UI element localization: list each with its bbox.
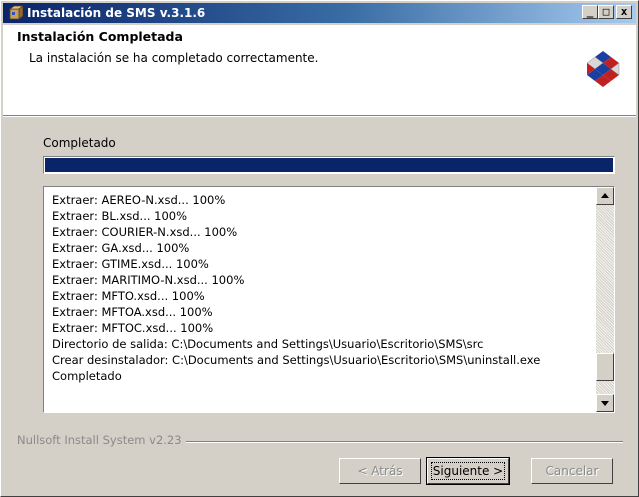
- log-line: Completado: [52, 369, 122, 383]
- log-scrollbar[interactable]: [596, 187, 614, 412]
- header-divider-highlight: [3, 116, 636, 117]
- log-line: Extraer: MARITIMO-N.xsd... 100%: [52, 273, 245, 287]
- scroll-down-button[interactable]: [596, 394, 614, 412]
- progress-bar-fill: [45, 158, 613, 172]
- close-button[interactable]: x: [616, 5, 632, 19]
- log-line: Extraer: MFTOC.xsd... 100%: [52, 321, 214, 335]
- window-title: Instalación de SMS v.3.1.6: [27, 6, 206, 20]
- log-line: Extraer: MFTO.xsd... 100%: [52, 289, 205, 303]
- details-log[interactable]: Extraer: AEREO-N.xsd... 100% Extraer: BL.…: [43, 186, 615, 413]
- next-button[interactable]: Siguiente >: [426, 457, 510, 485]
- progress-label: Completado: [43, 136, 116, 150]
- log-line: Crear desinstalador: C:\Documents and Se…: [52, 353, 541, 367]
- scroll-thumb[interactable]: [596, 353, 614, 381]
- installer-window: Instalación de SMS v.3.1.6 _ □ x Instala…: [0, 0, 639, 497]
- arrow-down-icon: [601, 401, 609, 406]
- scroll-up-button[interactable]: [596, 187, 614, 205]
- log-line: Extraer: GTIME.xsd... 100%: [52, 257, 209, 271]
- sms-logo-icon: [586, 51, 620, 87]
- minimize-button[interactable]: _: [582, 5, 598, 19]
- progress-bar: [43, 156, 615, 174]
- log-lines: Extraer: AEREO-N.xsd... 100% Extraer: BL.…: [52, 192, 590, 384]
- log-line: Directorio de salida: C:\Documents and S…: [52, 337, 484, 351]
- nsis-branding: Nullsoft Install System v2.23: [17, 433, 186, 447]
- page-title: Instalación Completada: [17, 29, 183, 44]
- log-line: Extraer: AEREO-N.xsd... 100%: [52, 193, 226, 207]
- installer-icon: [8, 5, 23, 20]
- title-bar[interactable]: Instalación de SMS v.3.1.6 _ □ x: [3, 3, 636, 23]
- next-button-label: Siguiente >: [432, 464, 504, 478]
- maximize-button[interactable]: □: [598, 5, 614, 19]
- back-button[interactable]: < Atrás: [339, 458, 421, 484]
- cancel-button[interactable]: Cancelar: [531, 458, 613, 484]
- page-subtitle: La instalación se ha completado correcta…: [29, 51, 319, 65]
- log-line: Extraer: COURIER-N.xsd... 100%: [52, 225, 238, 239]
- log-line: Extraer: BL.xsd... 100%: [52, 209, 188, 223]
- log-line: Extraer: GA.xsd... 100%: [52, 241, 190, 255]
- log-line: Extraer: MFTOA.xsd... 100%: [52, 305, 213, 319]
- arrow-up-icon: [601, 193, 609, 198]
